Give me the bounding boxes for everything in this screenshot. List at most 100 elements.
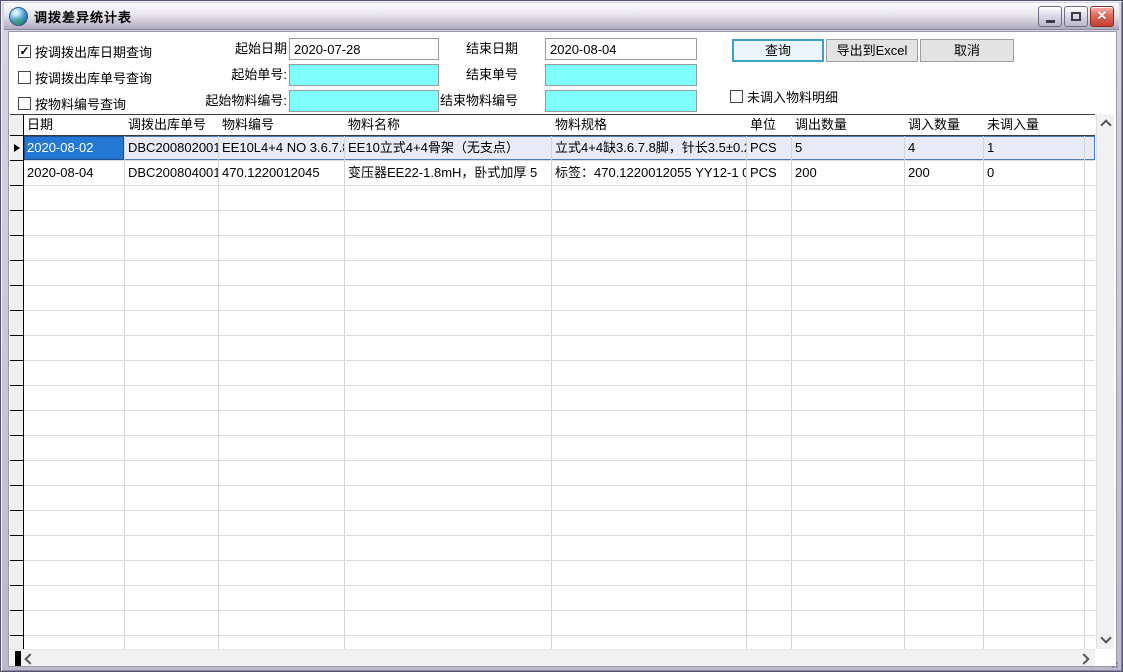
row-header-corner — [10, 115, 24, 136]
empty-row — [10, 386, 1095, 411]
col-header-in-qty[interactable]: 调入数量 — [905, 115, 984, 135]
row-selector[interactable] — [10, 161, 24, 186]
grid-empty-rows — [10, 186, 1095, 649]
scroll-left-icon[interactable] — [24, 653, 35, 664]
cell-not-in-qty[interactable]: 0 — [984, 161, 1085, 185]
checkbox-by-order-box[interactable] — [18, 71, 31, 84]
col-header-material-no[interactable]: 物料编号 — [219, 115, 345, 135]
resize-grip[interactable] — [1107, 657, 1119, 669]
cell-out-qty[interactable]: 200 — [792, 161, 905, 185]
empty-row — [10, 336, 1095, 361]
maximize-button[interactable] — [1064, 6, 1088, 27]
scroll-down-icon[interactable] — [1100, 632, 1111, 643]
window-title: 调拨差异统计表 — [34, 7, 132, 26]
start-material-input[interactable] — [289, 90, 439, 112]
table-row[interactable]: 2020-08-02 DBC200802001 EE10L4+4 NO 3.6.… — [10, 136, 1095, 161]
checkbox-by-date[interactable]: 按调拨出库日期查询 — [18, 43, 152, 59]
cell-material-name[interactable]: 变压器EE22-1.8mH，卧式加厚 5 — [345, 161, 552, 185]
app-window: 调拨差异统计表 ✕ 按调拨出库日期查询 按调拨出库单号查询 按物料编号查询 起始… — [0, 0, 1123, 672]
data-grid: 日期 调拨出库单号 物料编号 物料名称 物料规格 单位 调出数量 调入数量 未调… — [10, 114, 1095, 649]
checkbox-by-date-label: 按调拨出库日期查询 — [35, 42, 152, 61]
empty-row — [10, 461, 1095, 486]
checkbox-by-material-box[interactable] — [18, 97, 31, 110]
empty-row — [10, 286, 1095, 311]
checkbox-by-order-label: 按调拨出库单号查询 — [35, 68, 152, 87]
cell-out-qty[interactable]: 5 — [792, 136, 905, 160]
empty-row — [10, 436, 1095, 461]
end-order-label: 结束单号 — [419, 64, 518, 86]
start-material-label: 起始物料编号: — [149, 90, 287, 112]
app-icon — [9, 7, 28, 26]
minimize-icon — [1046, 20, 1055, 23]
col-header-material-name[interactable]: 物料名称 — [345, 115, 552, 135]
empty-row — [10, 536, 1095, 561]
checkbox-by-order[interactable]: 按调拨出库单号查询 — [18, 69, 152, 85]
cell-material-spec[interactable]: 立式4+4缺3.6.7.8脚，针长3.5±0.2M — [552, 136, 747, 160]
vertical-scrollbar[interactable] — [1096, 114, 1114, 649]
hscrollbar-thumb[interactable] — [15, 651, 21, 667]
col-header-material-spec[interactable]: 物料规格 — [552, 115, 747, 135]
maximize-icon — [1071, 12, 1081, 21]
horizontal-scrollbar[interactable] — [10, 649, 1095, 667]
cell-order-no[interactable]: DBC200802001 — [125, 136, 219, 160]
query-button[interactable]: 查询 — [732, 39, 824, 62]
cell-not-in-qty[interactable]: 1 — [984, 136, 1085, 160]
cell-date[interactable]: 2020-08-02 — [24, 136, 125, 160]
checkbox-by-date-box[interactable] — [18, 45, 31, 58]
col-header-unit[interactable]: 单位 — [747, 115, 792, 135]
close-icon: ✕ — [1097, 8, 1108, 24]
checkbox-not-transferred-detail[interactable]: 未调入物料明细 — [730, 88, 838, 104]
start-date-input[interactable] — [289, 38, 439, 60]
export-excel-button[interactable]: 导出到Excel — [826, 39, 918, 62]
end-order-input[interactable] — [545, 64, 697, 86]
empty-row — [10, 511, 1095, 536]
close-button[interactable]: ✕ — [1090, 6, 1114, 27]
scroll-right-icon[interactable] — [1078, 653, 1089, 664]
row-selector[interactable] — [10, 136, 24, 161]
checkbox-by-material-label: 按物料编号查询 — [35, 94, 126, 113]
filter-panel: 按调拨出库日期查询 按调拨出库单号查询 按物料编号查询 起始日期 起始单号: 起… — [9, 32, 1116, 114]
col-header-date[interactable]: 日期 — [24, 115, 125, 135]
cell-material-spec[interactable]: 标签：470.1220012055 YY12-1 0/1 — [552, 161, 747, 185]
cell-material-name[interactable]: EE10立式4+4骨架（无支点） — [345, 136, 552, 160]
client-area: 按调拨出库日期查询 按调拨出库单号查询 按物料编号查询 起始日期 起始单号: 起… — [8, 31, 1117, 667]
start-order-input[interactable] — [289, 64, 439, 86]
start-order-label: 起始单号: — [149, 64, 287, 86]
empty-row — [10, 411, 1095, 436]
empty-row — [10, 611, 1095, 636]
empty-row — [10, 311, 1095, 336]
cell-in-qty[interactable]: 4 — [905, 136, 984, 160]
empty-row — [10, 186, 1095, 211]
checkbox-by-material[interactable]: 按物料编号查询 — [18, 95, 126, 111]
end-date-input[interactable] — [545, 38, 697, 60]
checkbox-not-transferred-label: 未调入物料明细 — [747, 87, 838, 106]
checkbox-not-transferred-box[interactable] — [730, 90, 743, 103]
end-material-label: 结束物料编号 — [419, 90, 518, 112]
minimize-button[interactable] — [1038, 6, 1062, 27]
cell-date[interactable]: 2020-08-04 — [24, 161, 125, 185]
cell-in-qty[interactable]: 200 — [905, 161, 984, 185]
empty-row — [10, 586, 1095, 611]
end-date-label: 结束日期 — [419, 38, 518, 60]
col-header-out-qty[interactable]: 调出数量 — [792, 115, 905, 135]
cell-unit[interactable]: PCS — [747, 161, 792, 185]
current-row-marker-icon — [14, 144, 20, 152]
empty-row — [10, 236, 1095, 261]
empty-row — [10, 486, 1095, 511]
empty-row — [10, 361, 1095, 386]
empty-row — [10, 261, 1095, 286]
empty-row — [10, 561, 1095, 586]
scroll-up-icon[interactable] — [1100, 119, 1111, 130]
cell-order-no[interactable]: DBC200804001 — [125, 161, 219, 185]
col-header-order-no[interactable]: 调拨出库单号 — [125, 115, 219, 135]
titlebar[interactable]: 调拨差异统计表 ✕ — [4, 3, 1119, 30]
col-header-not-in-qty[interactable]: 未调入量 — [984, 115, 1085, 135]
cancel-button[interactable]: 取消 — [920, 39, 1014, 62]
cell-material-no[interactable]: 470.1220012045 — [219, 161, 345, 185]
table-row[interactable]: 2020-08-04 DBC200804001 470.1220012045 变… — [10, 161, 1095, 186]
cell-unit[interactable]: PCS — [747, 136, 792, 160]
cell-material-no[interactable]: EE10L4+4 NO 3.6.7.8 — [219, 136, 345, 160]
empty-row — [10, 211, 1095, 236]
grid-header-row: 日期 调拨出库单号 物料编号 物料名称 物料规格 单位 调出数量 调入数量 未调… — [10, 115, 1095, 136]
end-material-input[interactable] — [545, 90, 697, 112]
